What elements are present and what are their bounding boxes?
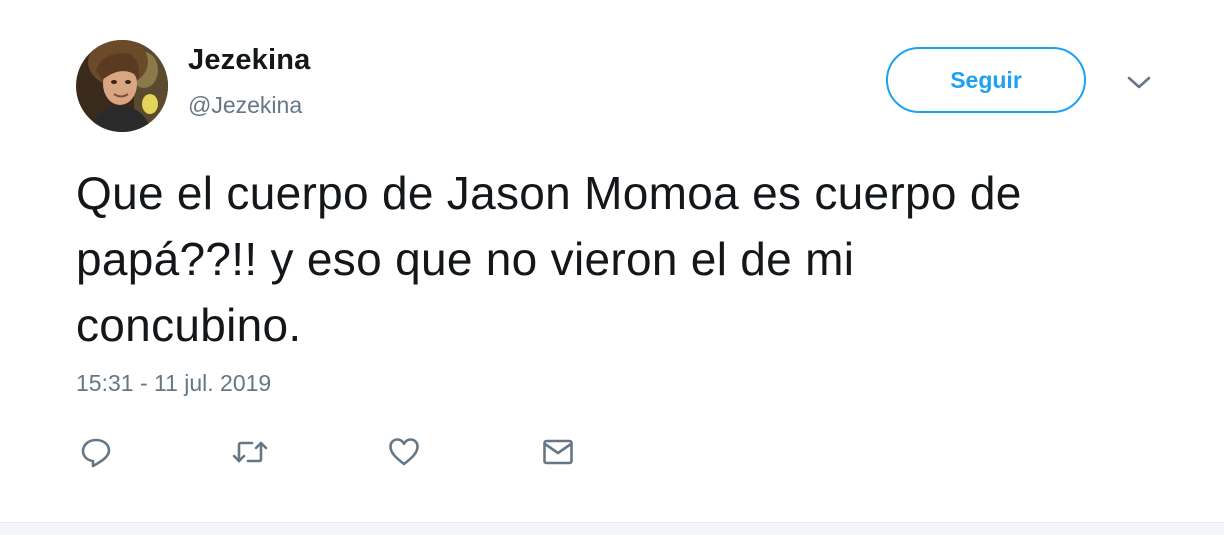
- retweet-button[interactable]: [228, 430, 272, 474]
- tweet-menu-button[interactable]: [1124, 70, 1154, 96]
- avatar-photo-icon: [76, 40, 168, 132]
- tweet-text-line: concubino.: [76, 299, 302, 351]
- reply-button[interactable]: [74, 430, 118, 474]
- tweet-card: Jezekina @Jezekina Seguir Que el cuerpo …: [0, 0, 1224, 522]
- author-display-name[interactable]: Jezekina: [188, 44, 311, 77]
- reply-icon: [81, 438, 111, 468]
- tweet-timestamp[interactable]: 15:31 - 11 jul. 2019: [76, 370, 271, 397]
- direct-message-button[interactable]: [536, 430, 580, 474]
- envelope-icon: [543, 439, 573, 465]
- chevron-down-icon: [1127, 76, 1151, 89]
- tweet-text-line: papá??!! y eso que no vieron el de mi: [76, 233, 855, 285]
- follow-button[interactable]: Seguir: [886, 47, 1086, 113]
- timeline-divider: [0, 522, 1224, 535]
- tweet-text-line: Que el cuerpo de Jason Momoa es cuerpo d…: [76, 167, 1022, 219]
- retweet-icon: [232, 441, 268, 463]
- like-button[interactable]: [382, 430, 426, 474]
- author-handle[interactable]: @Jezekina: [188, 92, 302, 119]
- tweet-text: Que el cuerpo de Jason Momoa es cuerpo d…: [76, 160, 1176, 358]
- author-avatar[interactable]: [76, 40, 168, 132]
- heart-icon: [389, 438, 419, 466]
